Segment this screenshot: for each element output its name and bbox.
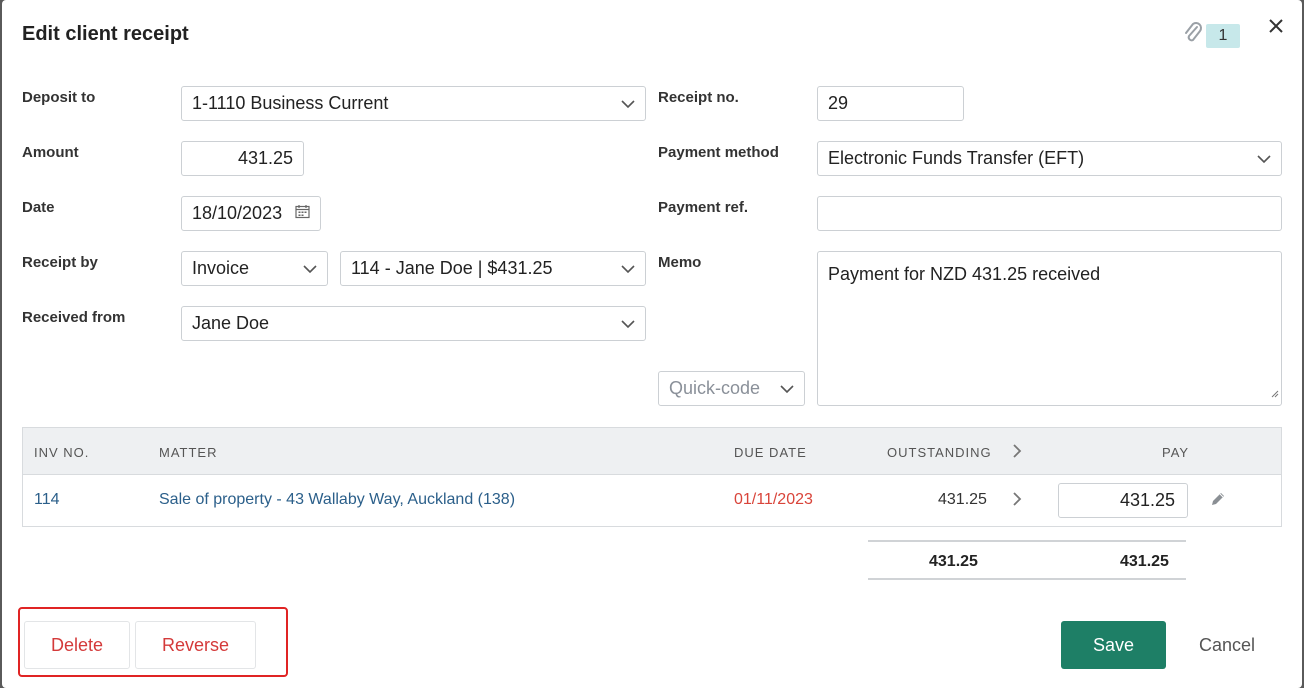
- quick-code-placeholder: Quick-code: [669, 378, 761, 398]
- chevron-down-icon: [1257, 148, 1271, 169]
- save-button[interactable]: Save: [1061, 621, 1166, 669]
- chevron-down-icon: [621, 258, 635, 279]
- receipt-by-label: Receipt by: [22, 254, 98, 271]
- totals-row: 431.25 431.25: [868, 540, 1186, 580]
- date-label: Date: [22, 199, 55, 216]
- payment-ref-label: Payment ref.: [658, 199, 749, 216]
- payment-method-value: Electronic Funds Transfer (EFT): [828, 148, 1085, 168]
- chevron-down-icon: [780, 378, 794, 399]
- chevron-down-icon: [303, 258, 317, 279]
- received-from-value: Jane Doe: [192, 313, 270, 333]
- paperclip-icon: [1182, 21, 1204, 50]
- deposit-to-select[interactable]: 1-1110 Business Current: [181, 86, 646, 121]
- receipt-no-value: 29: [828, 93, 849, 113]
- pay-amount-value: 431.25: [1119, 490, 1175, 510]
- memo-textarea[interactable]: Payment for NZD 431.25 received: [817, 251, 1282, 406]
- deposit-to-label: Deposit to: [22, 89, 96, 106]
- pencil-icon[interactable]: [1210, 491, 1226, 512]
- payment-ref-input[interactable]: [817, 196, 1282, 231]
- column-header-outstanding: OUTSTANDING: [887, 445, 992, 460]
- due-date-value: 01/11/2023: [734, 491, 813, 508]
- resize-grip-icon[interactable]: [1270, 382, 1279, 403]
- calendar-icon[interactable]: [295, 203, 310, 224]
- receipt-no-input[interactable]: 29: [817, 86, 964, 121]
- quick-code-select[interactable]: Quick-code: [658, 371, 805, 406]
- close-button[interactable]: [1264, 16, 1288, 40]
- date-input[interactable]: 18/10/2023: [181, 196, 321, 231]
- chevron-right-icon[interactable]: [1012, 492, 1022, 511]
- date-value: 18/10/2023: [192, 203, 283, 223]
- deposit-to-value: 1-1110 Business Current: [192, 93, 389, 113]
- reverse-button[interactable]: Reverse: [135, 621, 256, 669]
- receipt-by-type-select[interactable]: Invoice: [181, 251, 328, 286]
- total-outstanding: 431.25: [929, 553, 978, 570]
- column-header-matter: MATTER: [159, 445, 218, 460]
- memo-label: Memo: [658, 254, 702, 271]
- attachment-count-badge: 1: [1206, 23, 1240, 48]
- table-header: INV NO. MATTER DUE DATE OUTSTANDING PAY: [23, 428, 1281, 475]
- matter-link[interactable]: Sale of property - 43 Wallaby Way, Auckl…: [159, 491, 515, 509]
- chevron-right-icon[interactable]: [1012, 444, 1022, 463]
- amount-input[interactable]: 431.25: [181, 141, 304, 176]
- invoice-allocation-table: INV NO. MATTER DUE DATE OUTSTANDING PAY …: [22, 427, 1282, 527]
- receipt-no-label: Receipt no.: [658, 89, 739, 106]
- amount-label: Amount: [22, 144, 79, 161]
- delete-button[interactable]: Delete: [24, 621, 130, 669]
- payment-method-label: Payment method: [658, 144, 779, 161]
- attachments-button[interactable]: 1: [1182, 21, 1240, 50]
- outstanding-value: 431.25: [938, 491, 987, 508]
- chevron-down-icon: [621, 93, 635, 114]
- received-from-label: Received from: [22, 309, 126, 326]
- total-pay: 431.25: [1120, 553, 1169, 570]
- receipt-by-invoice-select[interactable]: 114 - Jane Doe | $431.25: [340, 251, 646, 286]
- pay-amount-input[interactable]: 431.25: [1058, 483, 1188, 518]
- memo-value: Payment for NZD 431.25 received: [828, 264, 1101, 284]
- received-from-select[interactable]: Jane Doe: [181, 306, 646, 341]
- column-header-pay: PAY: [1162, 445, 1190, 460]
- amount-value: 431.25: [237, 148, 293, 168]
- invoice-number-link[interactable]: 114: [34, 491, 60, 509]
- receipt-by-invoice-value: 114 - Jane Doe | $431.25: [351, 258, 553, 278]
- payment-method-select[interactable]: Electronic Funds Transfer (EFT): [817, 141, 1282, 176]
- close-icon: [1268, 18, 1284, 39]
- dialog-title: Edit client receipt: [22, 23, 189, 45]
- column-header-due-date: DUE DATE: [734, 445, 807, 460]
- cancel-button[interactable]: Cancel: [1192, 621, 1262, 669]
- edit-client-receipt-dialog: Edit client receipt 1 Deposit to Amount …: [2, 0, 1302, 688]
- column-header-inv-no: INV NO.: [34, 445, 90, 460]
- chevron-down-icon: [621, 313, 635, 334]
- receipt-by-type-value: Invoice: [192, 258, 250, 278]
